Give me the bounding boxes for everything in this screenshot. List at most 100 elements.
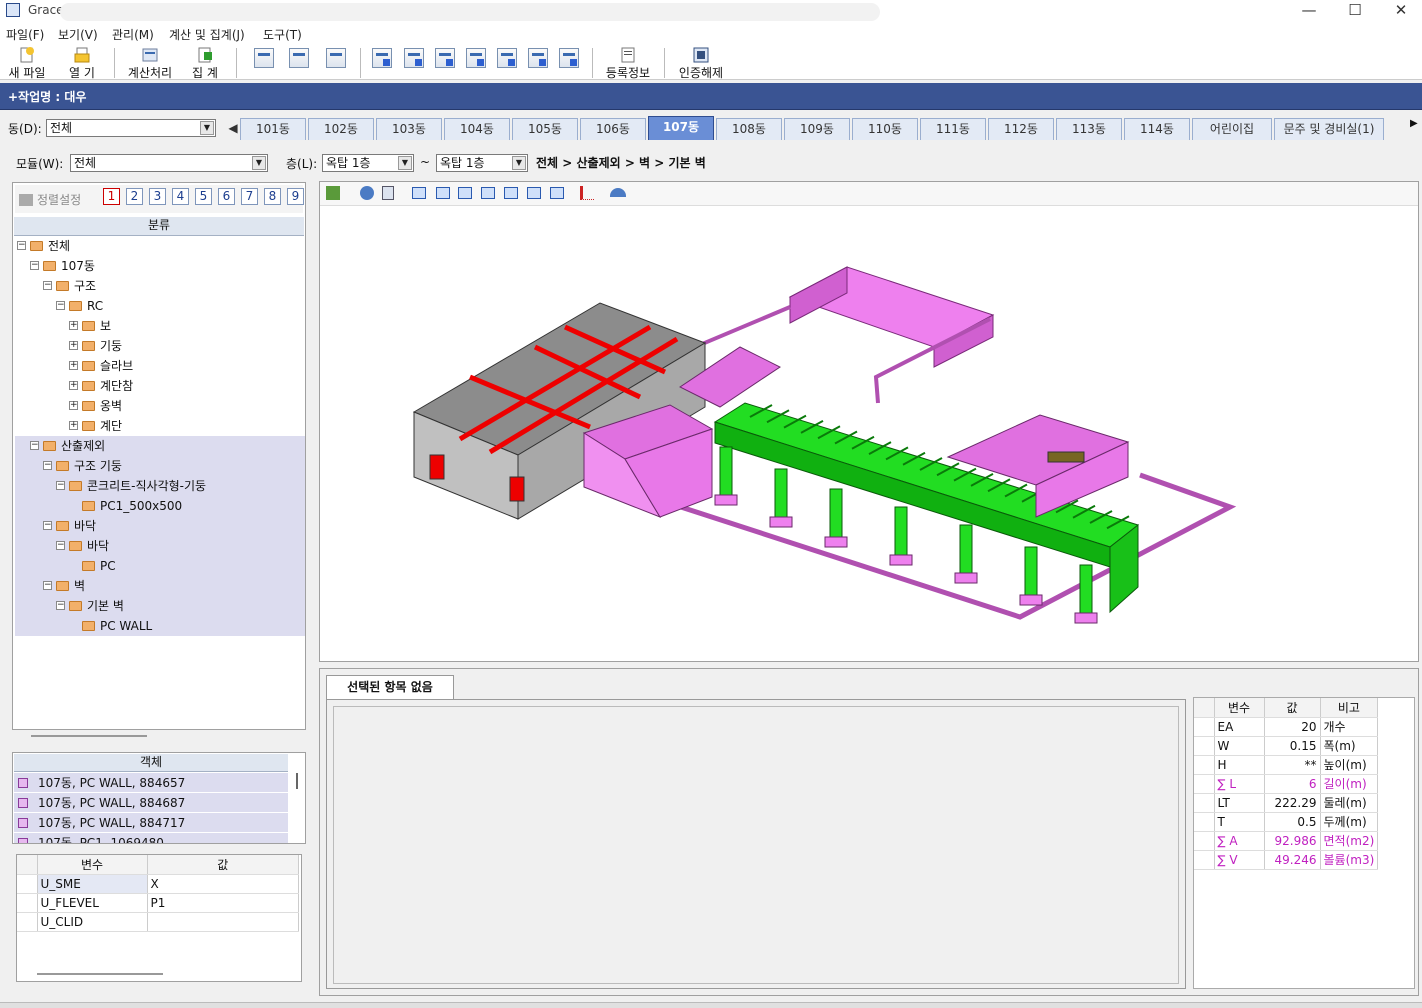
tab-building-1[interactable]: 102동	[308, 118, 374, 140]
report-icon-3[interactable]	[435, 48, 455, 68]
variable-row[interactable]: ∑ V 49.246 볼륨(m3)	[1194, 850, 1379, 870]
sort-level-2-button[interactable]: 2	[126, 188, 143, 205]
terrain-view-icon[interactable]	[610, 188, 626, 197]
tree-item[interactable]: + 계단참	[15, 376, 305, 396]
tab-building-11[interactable]: 112동	[988, 118, 1054, 140]
menu-manage[interactable]: 관리(M)	[112, 26, 154, 43]
property-row[interactable]: U_SME X	[17, 874, 299, 894]
module-select[interactable]: 전체 ▼	[70, 154, 268, 172]
tab-building-4[interactable]: 105동	[512, 118, 578, 140]
property-row[interactable]: U_CLID	[17, 912, 299, 932]
view-bottom-icon[interactable]	[527, 187, 541, 199]
sort-level-3-button[interactable]: 3	[149, 188, 166, 205]
collapse-icon[interactable]: −	[43, 581, 52, 590]
variable-row[interactable]: W 0.15 폭(m)	[1194, 736, 1379, 756]
sort-level-4-button[interactable]: 4	[172, 188, 189, 205]
tab-building-14[interactable]: 어린이집	[1192, 118, 1272, 140]
view-top-icon[interactable]	[504, 187, 518, 199]
floor-from-select[interactable]: 옥탑 1층 ▼	[322, 154, 414, 172]
object-vscrollbar[interactable]	[296, 773, 298, 789]
auth-release-button[interactable]: 인증해제	[674, 46, 728, 80]
minimize-button[interactable]: —	[1286, 0, 1332, 22]
dong-select[interactable]: 전체 ▼	[46, 119, 216, 137]
report-icon-2[interactable]	[404, 48, 424, 68]
sum-button[interactable]: 집 계	[184, 46, 226, 80]
tree-item[interactable]: − 전체	[15, 236, 305, 256]
collapse-icon[interactable]: −	[56, 601, 65, 610]
maximize-button[interactable]: ☐	[1332, 0, 1378, 22]
refresh-view-icon[interactable]	[326, 186, 340, 200]
tree-item[interactable]: + 슬라브	[15, 356, 305, 376]
collapse-icon[interactable]: −	[30, 261, 39, 270]
tab-building-5[interactable]: 106동	[580, 118, 646, 140]
tab-scroll-left-icon[interactable]: ◀	[228, 118, 238, 140]
variable-row[interactable]: LT 222.29 둘레(m)	[1194, 793, 1379, 813]
property-value[interactable]: P1	[147, 893, 299, 913]
preview-icon[interactable]	[254, 48, 274, 68]
tab-building-6[interactable]: 107동	[648, 116, 714, 140]
collapse-icon[interactable]: −	[30, 441, 39, 450]
tree-item[interactable]: − 바닥	[15, 516, 305, 536]
list-view-icon[interactable]	[580, 186, 594, 200]
collapse-icon[interactable]: −	[56, 301, 65, 310]
new-file-button[interactable]: 새 파일	[4, 46, 50, 80]
variable-row[interactable]: H ** 높이(m)	[1194, 755, 1379, 775]
expand-icon[interactable]: +	[69, 321, 78, 330]
detail-tab[interactable]: 선택된 항목 없음	[326, 675, 454, 699]
tree-item[interactable]: + 기둥	[15, 336, 305, 356]
variable-row[interactable]: T 0.5 두께(m)	[1194, 812, 1379, 832]
property-value[interactable]	[147, 912, 299, 932]
tab-building-9[interactable]: 110동	[852, 118, 918, 140]
view-iso-icon[interactable]	[550, 187, 564, 199]
tree-item[interactable]: − 콘크리트-직사각형-기둥	[15, 476, 305, 496]
object-row[interactable]: 107동, PC WALL, 884657	[14, 773, 288, 793]
expand-icon[interactable]: +	[69, 341, 78, 350]
tree-item[interactable]: − 벽	[15, 576, 305, 596]
tab-building-10[interactable]: 111동	[920, 118, 986, 140]
sort-level-9-button[interactable]: 9	[287, 188, 304, 205]
close-button[interactable]: ✕	[1378, 0, 1422, 22]
tree-item[interactable]: − RC	[15, 296, 305, 316]
sort-settings-button[interactable]: 정렬설정	[19, 191, 97, 208]
rotate-view-icon[interactable]	[360, 186, 374, 200]
expand-icon[interactable]: +	[69, 381, 78, 390]
tree-item[interactable]: − 구조 기둥	[15, 456, 305, 476]
tab-building-15[interactable]: 문주 및 경비실(1)	[1274, 118, 1384, 140]
tab-building-7[interactable]: 108동	[716, 118, 782, 140]
collapse-icon[interactable]: −	[56, 541, 65, 550]
expand-icon[interactable]: +	[69, 401, 78, 410]
tab-building-13[interactable]: 114동	[1124, 118, 1190, 140]
model-3d-canvas[interactable]	[320, 207, 1418, 661]
sort-level-5-button[interactable]: 5	[195, 188, 212, 205]
tree-item[interactable]: PC WALL	[15, 616, 305, 636]
report-icon-1[interactable]	[372, 48, 392, 68]
menu-view[interactable]: 보기(V)	[58, 26, 98, 43]
collapse-icon[interactable]: −	[43, 281, 52, 290]
property-value[interactable]: X	[147, 874, 299, 894]
tree-item[interactable]: PC1_500x500	[15, 496, 305, 516]
tab-building-8[interactable]: 109동	[784, 118, 850, 140]
sort-level-6-button[interactable]: 6	[218, 188, 235, 205]
collapse-icon[interactable]: −	[17, 241, 26, 250]
tab-building-12[interactable]: 113동	[1056, 118, 1122, 140]
floor-to-select[interactable]: 옥탑 1층 ▼	[436, 154, 528, 172]
object-row[interactable]: 107동, PC WALL, 884687	[14, 793, 288, 813]
sort-level-8-button[interactable]: 8	[264, 188, 281, 205]
view-front-icon[interactable]	[412, 187, 426, 199]
menu-tools[interactable]: 도구(T)	[263, 26, 302, 43]
tree-hscrollbar[interactable]	[31, 735, 147, 737]
tab-building-2[interactable]: 103동	[376, 118, 442, 140]
tab-scroll-right-icon[interactable]: ▶	[1410, 118, 1418, 129]
calc-button[interactable]: 계산처리	[124, 46, 176, 80]
variable-row[interactable]: EA 20 개수	[1194, 717, 1379, 737]
find-preview-icon[interactable]	[326, 48, 346, 68]
object-row[interactable]: 107동, PC WALL, 884717	[14, 813, 288, 833]
tree-item[interactable]: − 구조	[15, 276, 305, 296]
tree-item[interactable]: PC	[15, 556, 305, 576]
view-back-icon[interactable]	[436, 187, 450, 199]
zoom-preview-icon[interactable]	[289, 48, 309, 68]
tree-item[interactable]: − 바닥	[15, 536, 305, 556]
menu-file[interactable]: 파일(F)	[6, 26, 44, 43]
register-info-button[interactable]: 등록정보	[602, 46, 654, 80]
collapse-icon[interactable]: −	[43, 521, 52, 530]
